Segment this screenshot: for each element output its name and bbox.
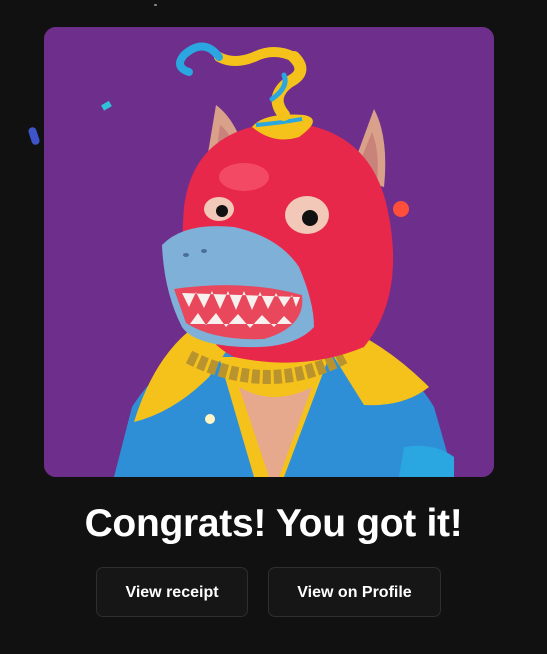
view-on-profile-button[interactable]: View on Profile [268, 567, 441, 617]
view-receipt-button[interactable]: View receipt [96, 567, 248, 617]
success-headline: Congrats! You got it! [84, 502, 463, 545]
nft-artwork [44, 27, 494, 477]
purchase-success-page: Congrats! You got it! View receipt View … [0, 0, 547, 654]
character-illustration [44, 27, 494, 477]
decorative-speck [154, 4, 157, 6]
confetti-piece [27, 126, 41, 146]
